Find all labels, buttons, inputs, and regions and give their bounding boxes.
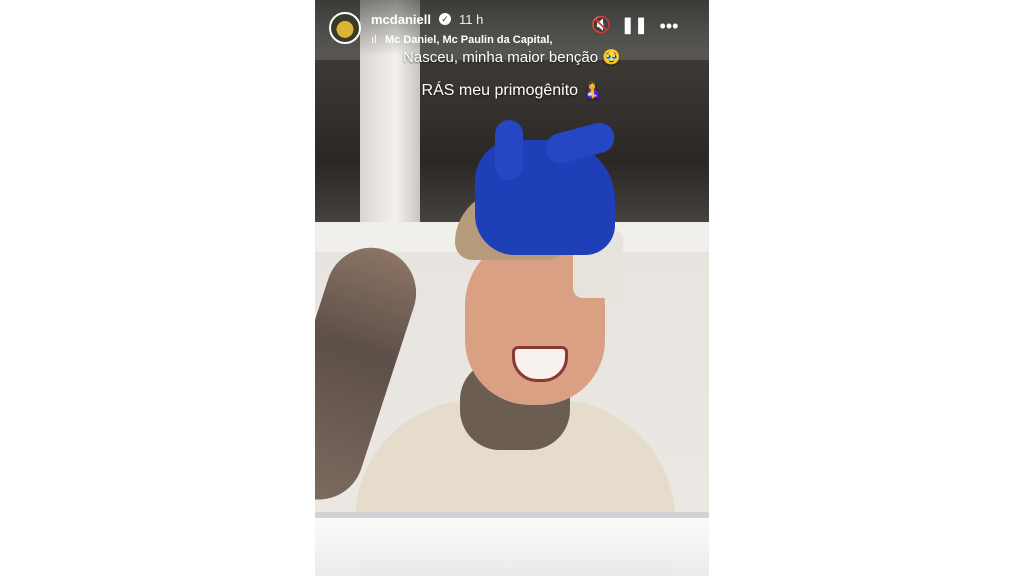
photo-blue-glove (475, 120, 615, 255)
instagram-story[interactable]: mcdaniell ✓ 11 h ıl Mc Daniel, Mc Paulin… (315, 0, 709, 576)
audio-waveform-icon: ıl (371, 34, 377, 46)
pause-icon[interactable]: ❚❚ (621, 14, 648, 38)
photo-counter (315, 512, 709, 576)
mute-icon[interactable]: 🔇 (589, 14, 613, 38)
more-options-icon[interactable]: ••• (657, 14, 681, 38)
photo-counter-edge (315, 512, 709, 518)
page-canvas: mcdaniell ✓ 11 h ıl Mc Daniel, Mc Paulin… (0, 0, 1024, 576)
story-caption-line-1: Nasceu, minha maior benção 🥹 (403, 49, 621, 66)
verified-check-icon: ✓ (439, 13, 451, 25)
post-time: 11 h (459, 12, 484, 27)
music-artists[interactable]: Mc Daniel, Mc Paulin da Capital, (385, 34, 552, 46)
story-caption-line-2: RÁS meu primogênito 🤱 (421, 82, 603, 99)
avatar[interactable] (329, 12, 361, 44)
username[interactable]: mcdaniell (371, 12, 431, 27)
